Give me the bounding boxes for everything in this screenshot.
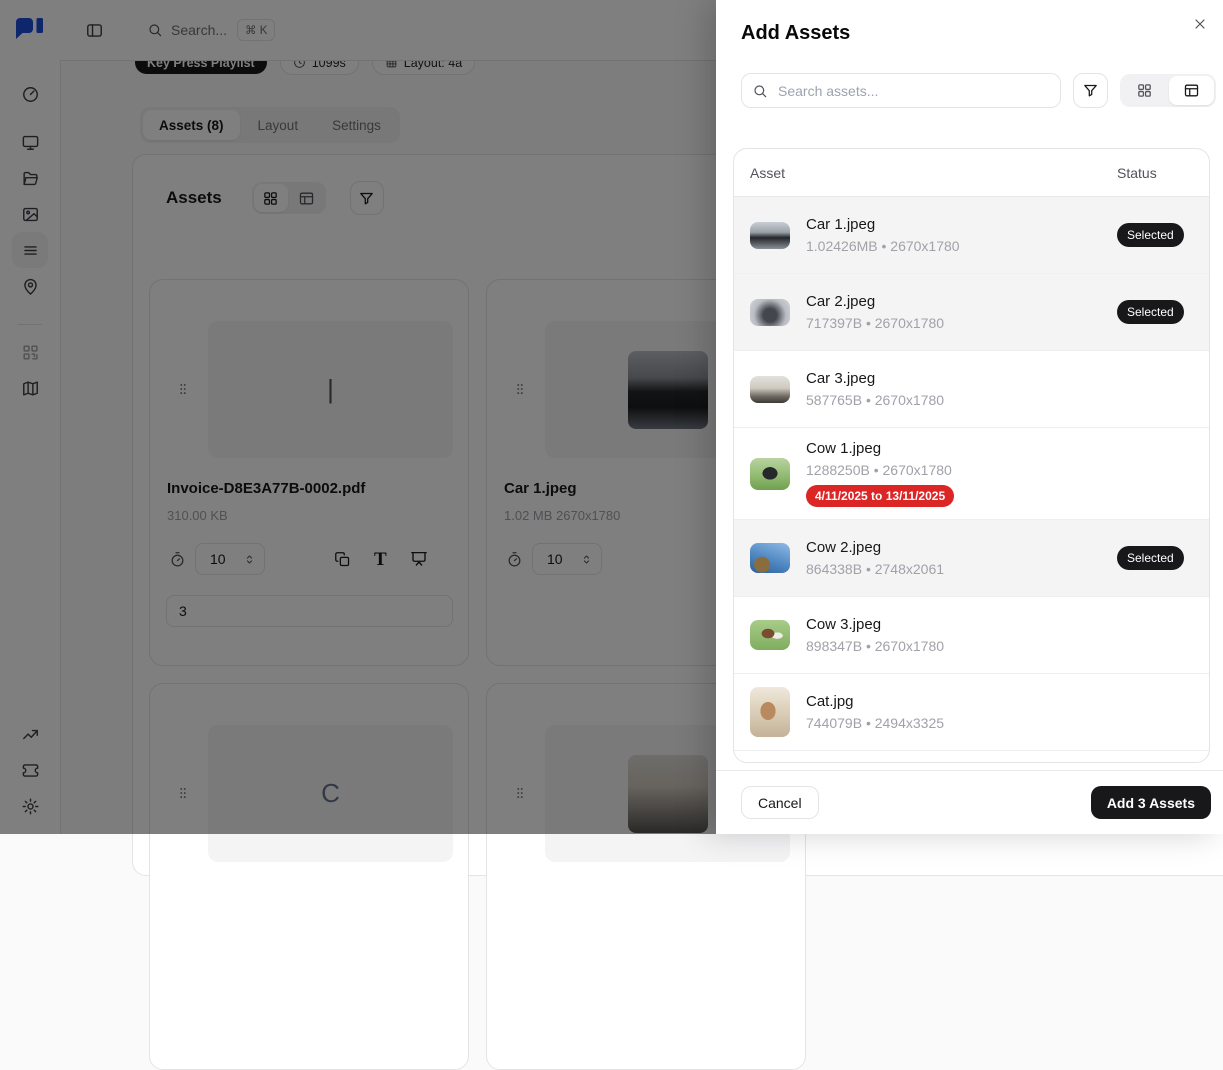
table-row[interactable]: Cow 2.jpeg 864338B • 2748x2061 Selected (734, 520, 1209, 597)
asset-meta: 1288250B • 2670x1780 (806, 462, 1117, 478)
asset-search-input[interactable] (776, 82, 1050, 100)
panel-footer: Cancel Add 3 Assets (716, 770, 1223, 834)
table-row[interactable]: Cat.jpg 744079B • 2494x3325 (734, 674, 1209, 751)
panel-title: Add Assets (741, 22, 850, 45)
asset-meta: 744079B • 2494x3325 (806, 715, 1117, 731)
asset-name: Cow 1.jpeg (806, 440, 1117, 457)
asset-thumbnail (750, 543, 790, 573)
asset-meta: 1.02426MB • 2670x1780 (806, 238, 1117, 254)
add-assets-panel: Add Assets Asset Status Car 1.jpeg 1.024… (716, 0, 1223, 834)
date-range-badge: 4/11/2025 to 13/11/2025 (806, 485, 954, 507)
table-row[interactable]: Car 1.jpeg 1.02426MB • 2670x1780 Selecte… (734, 197, 1209, 274)
asset-name: Cat.jpg (806, 693, 1117, 710)
asset-meta: 717397B • 2670x1780 (806, 315, 1117, 331)
asset-name: Cow 3.jpeg (806, 616, 1117, 633)
status-badge: Selected (1117, 546, 1184, 570)
column-header-status: Status (1117, 165, 1193, 181)
asset-meta: 864338B • 2748x2061 (806, 561, 1117, 577)
asset-name: Car 1.jpeg (806, 216, 1117, 233)
table-row[interactable]: Cow 1.jpeg 1288250B • 2670x1780 4/11/202… (734, 428, 1209, 520)
asset-meta: 587765B • 2670x1780 (806, 392, 1117, 408)
panel-view-toggle (1120, 74, 1216, 107)
cancel-button[interactable]: Cancel (741, 786, 819, 819)
status-badge: Selected (1117, 223, 1184, 247)
asset-name: Car 2.jpeg (806, 293, 1117, 310)
close-icon[interactable] (1190, 14, 1210, 34)
table-header: Asset Status (734, 149, 1209, 197)
asset-thumbnail (750, 620, 790, 650)
asset-meta: 898347B • 2670x1780 (806, 638, 1117, 654)
asset-thumbnail (750, 458, 790, 490)
assets-table: Asset Status Car 1.jpeg 1.02426MB • 2670… (733, 148, 1210, 763)
asset-thumbnail (750, 299, 790, 326)
asset-thumbnail (750, 376, 790, 403)
add-assets-button[interactable]: Add 3 Assets (1091, 786, 1211, 819)
status-badge: Selected (1117, 300, 1184, 324)
table-body: Car 1.jpeg 1.02426MB • 2670x1780 Selecte… (734, 197, 1209, 751)
asset-name: Car 3.jpeg (806, 370, 1117, 387)
asset-search-box (741, 73, 1061, 108)
search-icon (752, 83, 768, 99)
asset-thumbnail (750, 222, 790, 249)
table-row[interactable]: Cow 3.jpeg 898347B • 2670x1780 (734, 597, 1209, 674)
panel-table-view-button[interactable] (1169, 76, 1214, 105)
asset-thumbnail (750, 687, 790, 737)
panel-filter-button[interactable] (1073, 73, 1108, 108)
table-row[interactable]: Car 3.jpeg 587765B • 2670x1780 (734, 351, 1209, 428)
panel-grid-view-button[interactable] (1122, 76, 1167, 105)
asset-name: Cow 2.jpeg (806, 539, 1117, 556)
column-header-asset: Asset (750, 165, 1117, 181)
table-row[interactable]: Car 2.jpeg 717397B • 2670x1780 Selected (734, 274, 1209, 351)
